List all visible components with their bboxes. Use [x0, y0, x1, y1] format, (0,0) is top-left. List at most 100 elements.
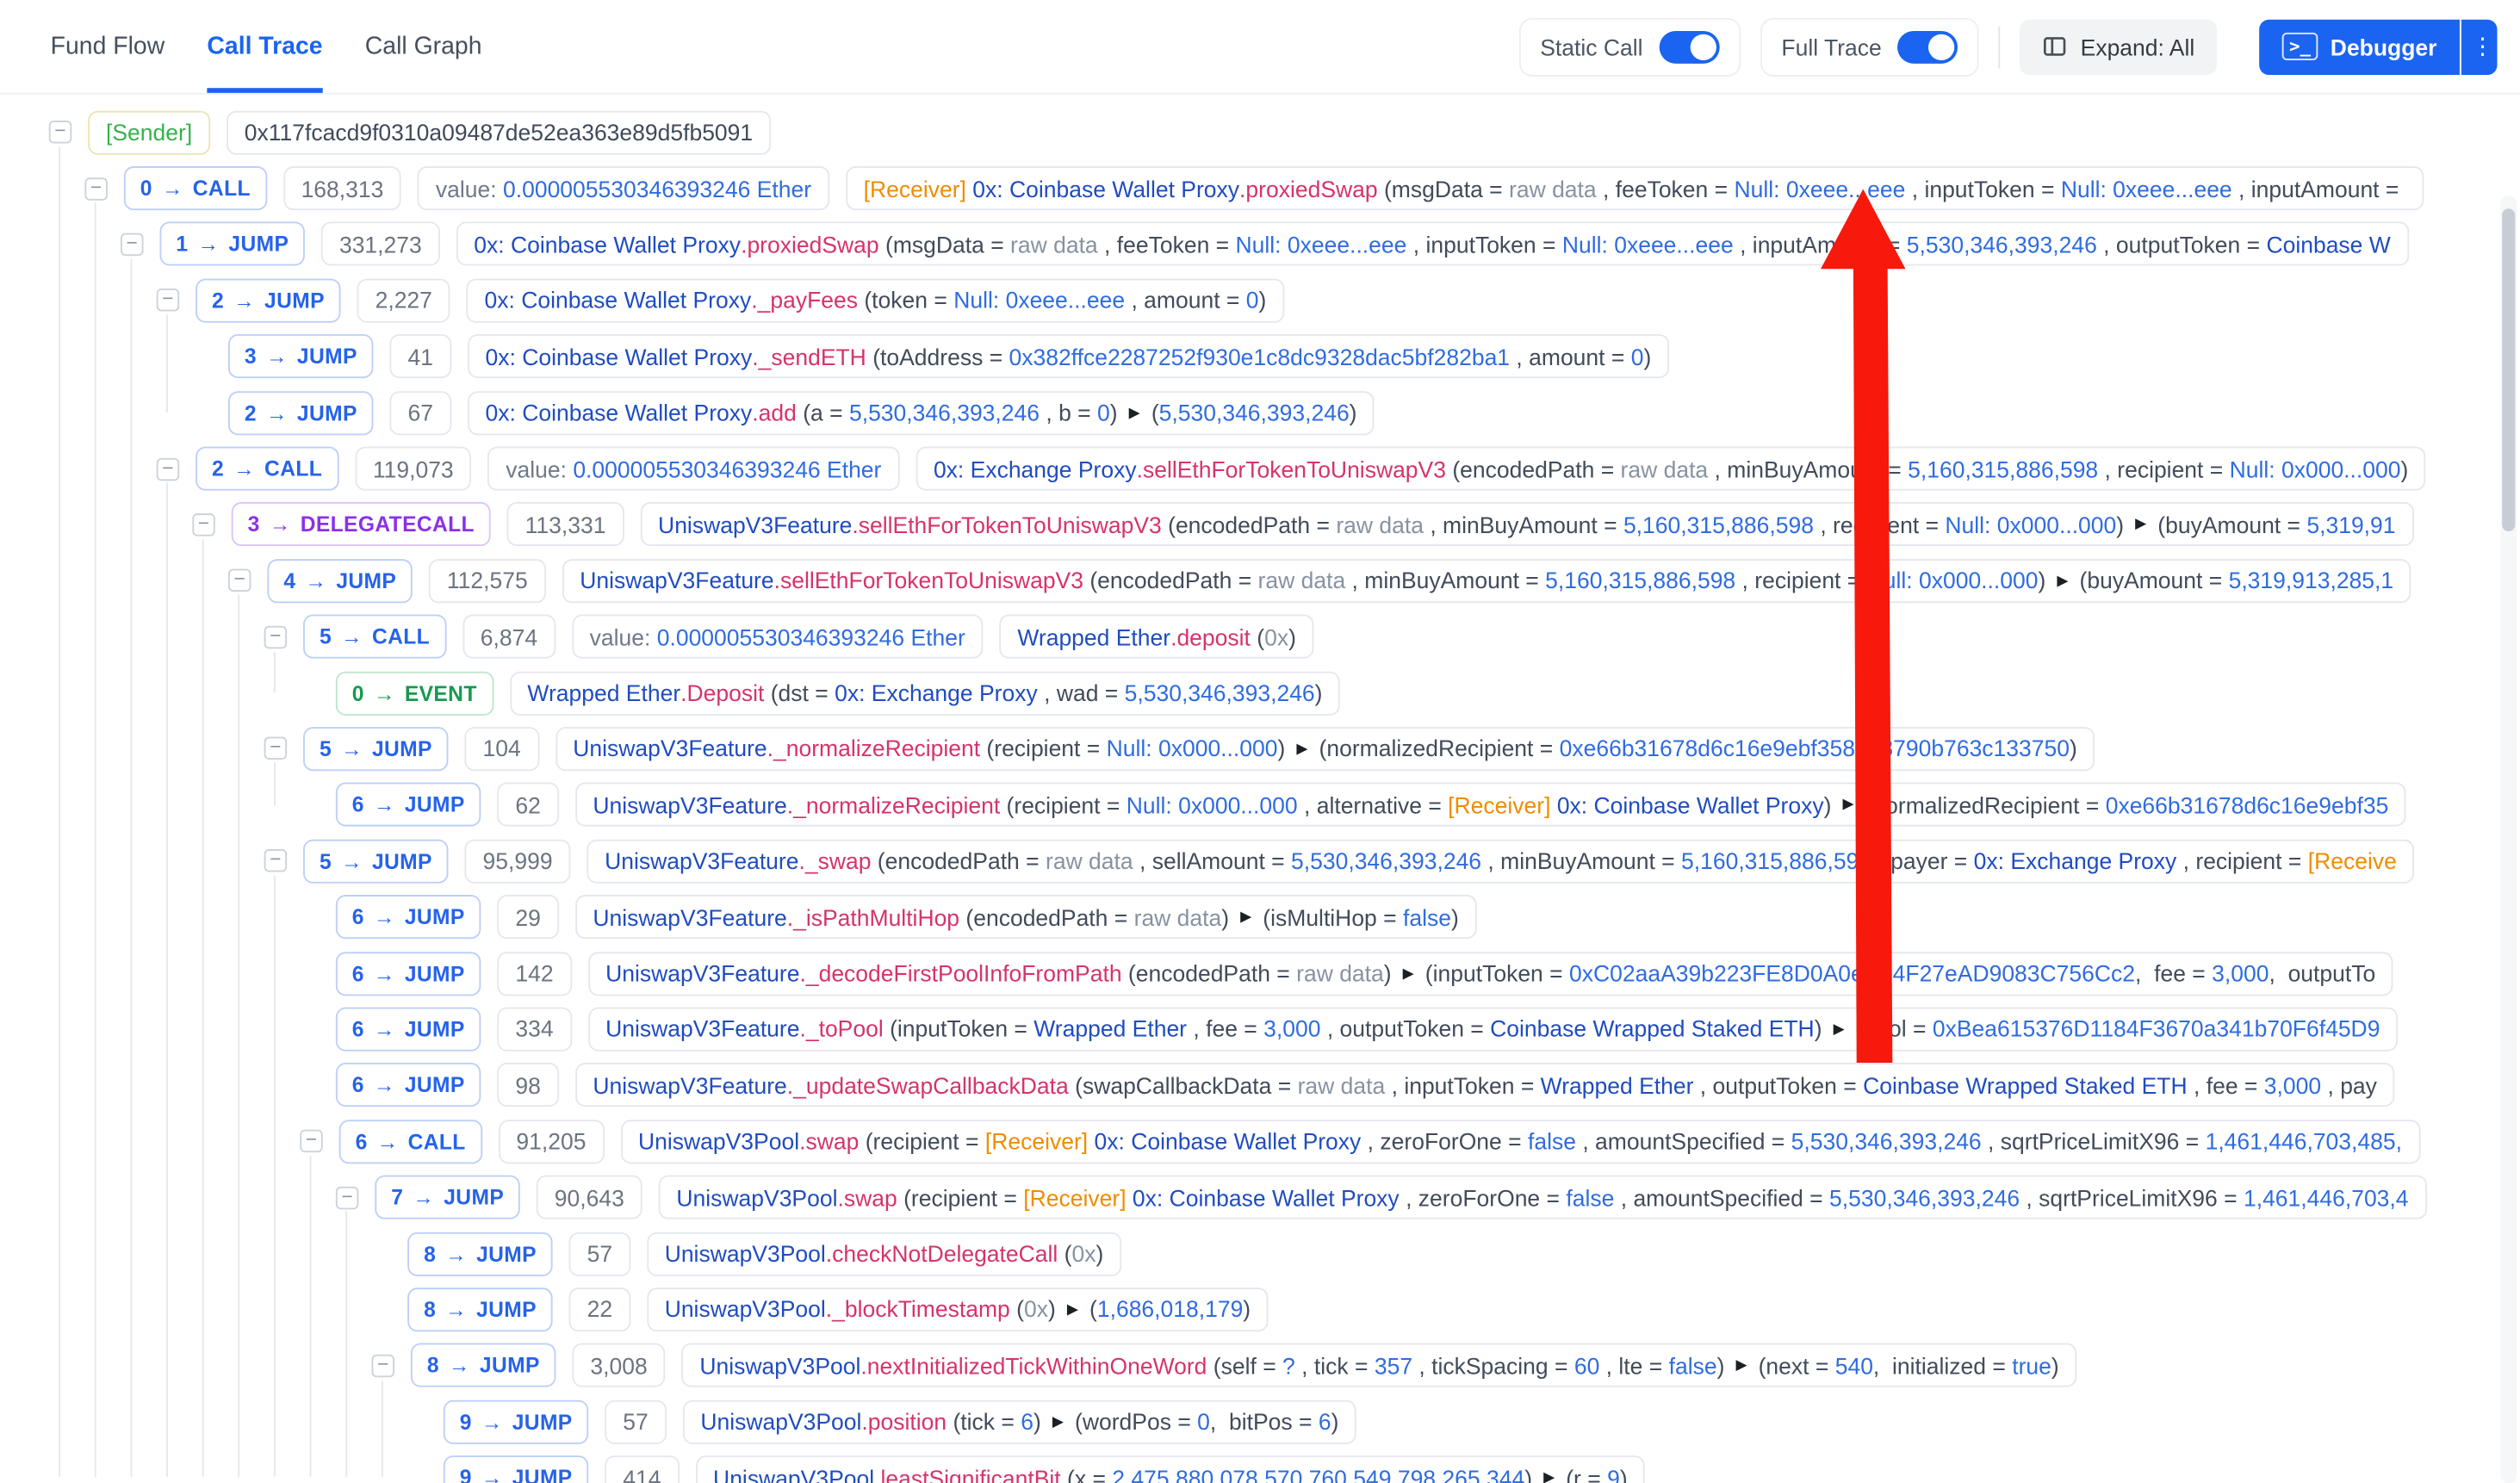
- call-description[interactable]: UniswapV3Pool.swap (recipient = [Receive…: [659, 1176, 2427, 1219]
- call-type-badge[interactable]: 8→JUMP: [407, 1288, 553, 1331]
- call-type-badge[interactable]: 2→CALL: [196, 447, 338, 491]
- call-type-badge[interactable]: 7→JUMP: [375, 1176, 520, 1219]
- call-description[interactable]: UniswapV3Feature._normalizeRecipient (re…: [555, 727, 2095, 771]
- call-type-badge[interactable]: 3→DELEGATECALL: [232, 503, 491, 547]
- call-type-badge[interactable]: 5→JUMP: [303, 727, 449, 771]
- call-type-badge[interactable]: 8→JUMP: [411, 1343, 556, 1387]
- call-description[interactable]: UniswapV3Feature._normalizeRecipient (re…: [575, 783, 2407, 827]
- call-description[interactable]: 0x: Coinbase Wallet Proxy._payFees (toke…: [467, 278, 1285, 322]
- desc-segment: , outputToken =: [1693, 1072, 1863, 1098]
- desc-segment: UniswapV3Pool: [665, 1240, 826, 1266]
- arrow-icon: →: [266, 344, 288, 369]
- call-type-badge[interactable]: 0→EVENT: [336, 671, 493, 715]
- call-description[interactable]: UniswapV3Feature.sellEthForTokenToUniswa…: [562, 559, 2411, 603]
- desc-segment: , outputToken =: [1320, 1016, 1490, 1042]
- collapse-toggle-icon[interactable]: −: [264, 850, 287, 872]
- call-description[interactable]: 0x: Coinbase Wallet Proxy._sendETH (toAd…: [468, 334, 1669, 378]
- call-type-badge[interactable]: 6→JUMP: [336, 1064, 481, 1108]
- call-description[interactable]: UniswapV3Pool.position (tick = 6) ▶ (wor…: [683, 1399, 1357, 1443]
- badge-type: JUMP: [297, 400, 357, 425]
- desc-segment: ): [1259, 288, 1267, 313]
- collapse-toggle-icon[interactable]: −: [228, 569, 251, 592]
- call-type-badge[interactable]: 6→CALL: [339, 1120, 482, 1163]
- tab-call-trace[interactable]: Call Trace: [207, 0, 322, 93]
- call-description[interactable]: UniswapV3Pool.checkNotDelegateCall (0x): [647, 1232, 1121, 1275]
- scrollbar-thumb[interactable]: [2502, 208, 2515, 531]
- call-description[interactable]: Wrapped Ether.deposit (0x): [1000, 615, 1314, 659]
- call-description[interactable]: UniswapV3Feature._toPool (inputToken = W…: [587, 1008, 2398, 1052]
- call-description[interactable]: UniswapV3Feature._isPathMultiHop (encode…: [575, 895, 1477, 939]
- return-arrow-icon: ▶: [2135, 516, 2146, 534]
- desc-segment: .add: [752, 400, 797, 425]
- call-description[interactable]: [Receiver] 0x: Coinbase Wallet Proxy.pro…: [846, 166, 2424, 210]
- call-type-badge[interactable]: 8→JUMP: [407, 1232, 553, 1275]
- collapse-toggle-icon[interactable]: −: [264, 737, 287, 760]
- call-type-badge[interactable]: 6→JUMP: [336, 783, 481, 827]
- call-type-badge[interactable]: 0→CALL: [124, 166, 267, 210]
- call-description[interactable]: Wrapped Ether.Deposit (dst = 0x: Exchang…: [510, 671, 1341, 715]
- call-type-badge[interactable]: 2→JUMP: [228, 391, 374, 435]
- call-type-badge[interactable]: 6→JUMP: [336, 1008, 481, 1052]
- badge-type: DELEGATECALL: [301, 512, 475, 537]
- call-description[interactable]: 0x: Exchange Proxy.sellEthForTokenToUnis…: [916, 447, 2426, 491]
- call-type-badge[interactable]: 5→CALL: [303, 615, 446, 659]
- call-description[interactable]: UniswapV3Feature._updateSwapCallbackData…: [575, 1064, 2395, 1108]
- call-type-badge[interactable]: 4→JUMP: [267, 559, 413, 603]
- tab-fund-flow[interactable]: Fund Flow: [51, 0, 165, 93]
- call-description[interactable]: UniswapV3Pool._blockTimestamp (0x) ▶ (1,…: [647, 1288, 1269, 1331]
- debugger-button[interactable]: >_ Debugger: [2260, 19, 2460, 74]
- call-type-badge[interactable]: 6→JUMP: [336, 951, 481, 995]
- collapse-toggle-icon[interactable]: −: [300, 1130, 322, 1152]
- call-description[interactable]: UniswapV3Pool.nextInitializedTickWithinO…: [682, 1343, 2077, 1387]
- call-description[interactable]: UniswapV3Feature._swap (encodedPath = ra…: [587, 839, 2414, 883]
- desc-segment: 0xBea615376D1184F3670a341b70F6f45D9: [1933, 1016, 2380, 1042]
- tab-call-graph[interactable]: Call Graph: [365, 0, 482, 93]
- sender-address[interactable]: 0x117fcacd9f0310a09487de52ea363e89d5fb50…: [227, 110, 771, 154]
- collapse-toggle-icon[interactable]: −: [121, 233, 143, 256]
- desc-segment: (r =: [1560, 1465, 1607, 1483]
- call-type-badge[interactable]: 1→JUMP: [159, 222, 305, 266]
- collapse-toggle-icon[interactable]: −: [336, 1186, 358, 1208]
- desc-segment: (encodedPath =: [1122, 960, 1297, 986]
- debugger-menu-button[interactable]: ⋮: [2461, 19, 2498, 74]
- desc-segment: 5,160,315,886,598: [1623, 512, 1814, 537]
- collapse-toggle-icon[interactable]: −: [192, 513, 214, 536]
- full-trace-toggle[interactable]: [1898, 30, 1958, 63]
- call-type-badge[interactable]: 9→JUMP: [444, 1455, 589, 1483]
- call-description[interactable]: 0x: Coinbase Wallet Proxy.proxiedSwap (m…: [456, 222, 2408, 266]
- desc-segment: ): [1243, 1296, 1251, 1322]
- call-description[interactable]: UniswapV3Feature.sellEthForTokenToUniswa…: [640, 503, 2413, 547]
- desc-segment: , zeroForOne =: [1361, 1128, 1528, 1154]
- call-type-badge[interactable]: 6→JUMP: [336, 895, 481, 939]
- desc-segment: [Receiver]: [1023, 1184, 1126, 1210]
- call-type-badge[interactable]: 3→JUMP: [228, 334, 374, 378]
- collapse-toggle-icon[interactable]: −: [372, 1354, 394, 1376]
- call-description[interactable]: UniswapV3Pool.leastSignificantBit (x = 2…: [695, 1455, 1645, 1483]
- collapse-toggle-icon[interactable]: −: [157, 289, 179, 312]
- collapse-toggle-icon[interactable]: −: [49, 121, 71, 143]
- desc-segment: (swapCallbackData =: [1069, 1072, 1298, 1098]
- call-description[interactable]: 0x: Coinbase Wallet Proxy.add (a = 5,530…: [468, 391, 1375, 435]
- desc-segment: , minBuyAmount =: [1481, 848, 1681, 874]
- call-type-badge[interactable]: 2→JUMP: [196, 278, 341, 322]
- trace-row: 3→JUMP410x: Coinbase Wallet Proxy._sendE…: [228, 328, 2520, 384]
- badge-type: JUMP: [444, 1185, 504, 1209]
- desc-segment: , fee =: [1187, 1016, 1263, 1042]
- call-type-badge[interactable]: 5→JUMP: [303, 839, 449, 883]
- collapse-toggle-icon[interactable]: −: [84, 177, 107, 199]
- collapse-toggle-icon[interactable]: −: [157, 457, 179, 480]
- sender-tag[interactable]: [Sender]: [88, 110, 210, 154]
- call-description[interactable]: UniswapV3Feature._decodeFirstPoolInfoFro…: [587, 951, 2393, 995]
- return-arrow-icon: ▶: [1240, 908, 1251, 926]
- call-type-badge[interactable]: 9→JUMP: [444, 1399, 589, 1443]
- collapse-toggle-icon[interactable]: −: [264, 625, 287, 648]
- gas-value: 90,643: [537, 1176, 642, 1219]
- expand-all-button[interactable]: Expand: All: [2020, 19, 2218, 74]
- desc-segment: Coinbase Wrapped Staked ETH: [1490, 1016, 1815, 1042]
- desc-segment: 0x: [1264, 624, 1288, 649]
- desc-segment: , wad =: [1038, 679, 1125, 705]
- static-call-toggle[interactable]: [1659, 30, 1719, 63]
- desc-segment: ): [2116, 512, 2130, 537]
- return-arrow-icon: ▶: [1052, 1412, 1064, 1430]
- call-description[interactable]: UniswapV3Pool.swap (recipient = [Receive…: [620, 1120, 2420, 1163]
